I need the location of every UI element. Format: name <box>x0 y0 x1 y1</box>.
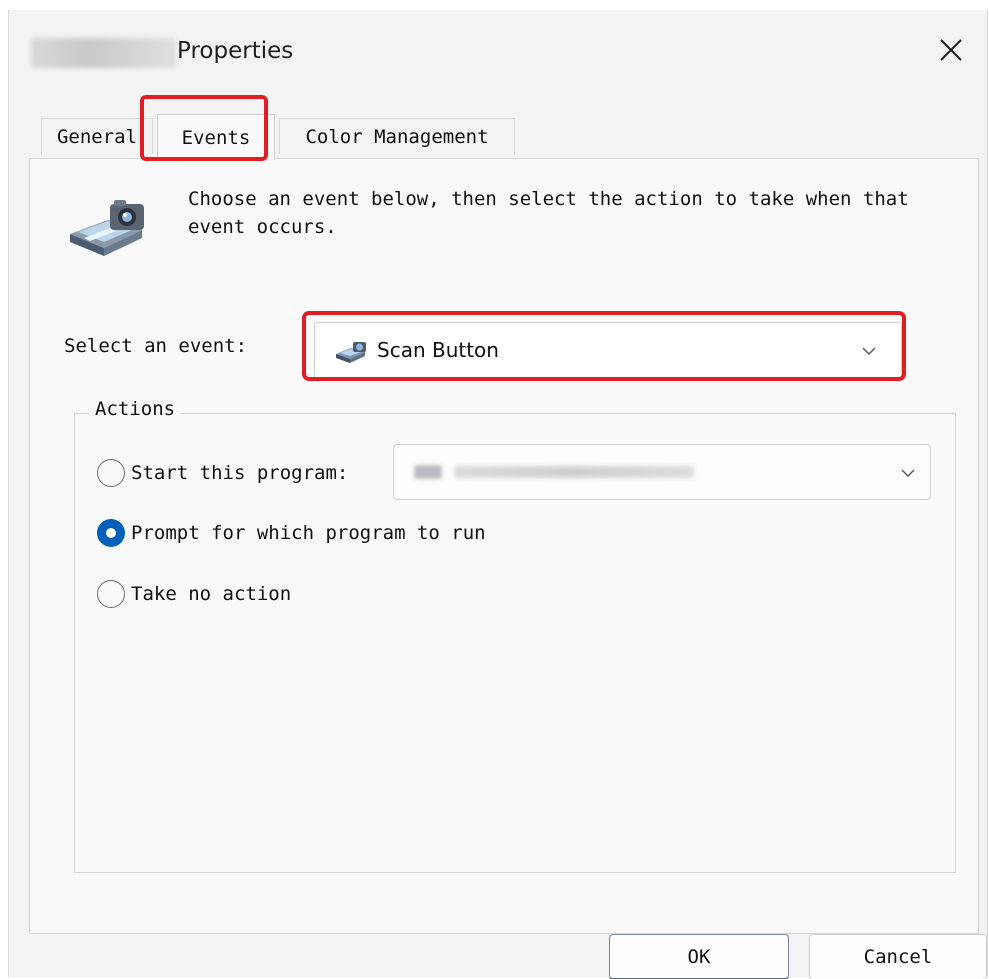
title-bar: Properties <box>9 10 987 88</box>
program-dropdown[interactable] <box>393 444 931 500</box>
radio-button[interactable] <box>97 459 125 487</box>
radio-label: Start this program: <box>131 462 349 484</box>
window-title: Properties <box>177 38 294 64</box>
radio-take-no-action[interactable]: Take no action <box>97 578 291 610</box>
redacted-program-name <box>454 466 694 478</box>
redacted-device-name <box>31 38 176 68</box>
close-icon <box>940 39 962 61</box>
radio-button-selected[interactable] <box>97 519 125 547</box>
radio-prompt-program[interactable]: Prompt for which program to run <box>97 517 486 549</box>
window-top-edge <box>0 0 989 10</box>
radio-start-program[interactable]: Start this program: <box>97 457 348 489</box>
radio-label: Prompt for which program to run <box>131 522 486 544</box>
intro-text: Choose an event below, then select the a… <box>188 185 958 241</box>
redacted-program-icon <box>414 465 442 479</box>
actions-legend: Actions <box>89 398 182 420</box>
intro-line-2: event occurs. <box>188 216 337 238</box>
event-dropdown-highlight <box>302 311 906 381</box>
close-button[interactable] <box>933 32 969 68</box>
radio-label: Take no action <box>131 583 292 605</box>
chevron-down-icon <box>901 469 915 477</box>
page: Properties General Events Color Manageme… <box>0 0 989 979</box>
events-tab-highlight <box>140 95 268 161</box>
tab-color-management[interactable]: Color Management <box>279 118 515 154</box>
radio-button[interactable] <box>97 580 125 608</box>
select-event-label: Select an event: <box>64 335 248 357</box>
tab-general[interactable]: General <box>41 118 153 154</box>
ok-button[interactable]: OK <box>609 934 789 979</box>
actions-group: Actions Start this program: Prompt for w… <box>74 398 956 873</box>
events-panel: Choose an event below, then select the a… <box>29 158 979 934</box>
cancel-button[interactable]: Cancel <box>809 934 987 979</box>
scanner-camera-icon <box>70 200 144 256</box>
intro-line-1: Choose an event below, then select the a… <box>188 188 909 210</box>
